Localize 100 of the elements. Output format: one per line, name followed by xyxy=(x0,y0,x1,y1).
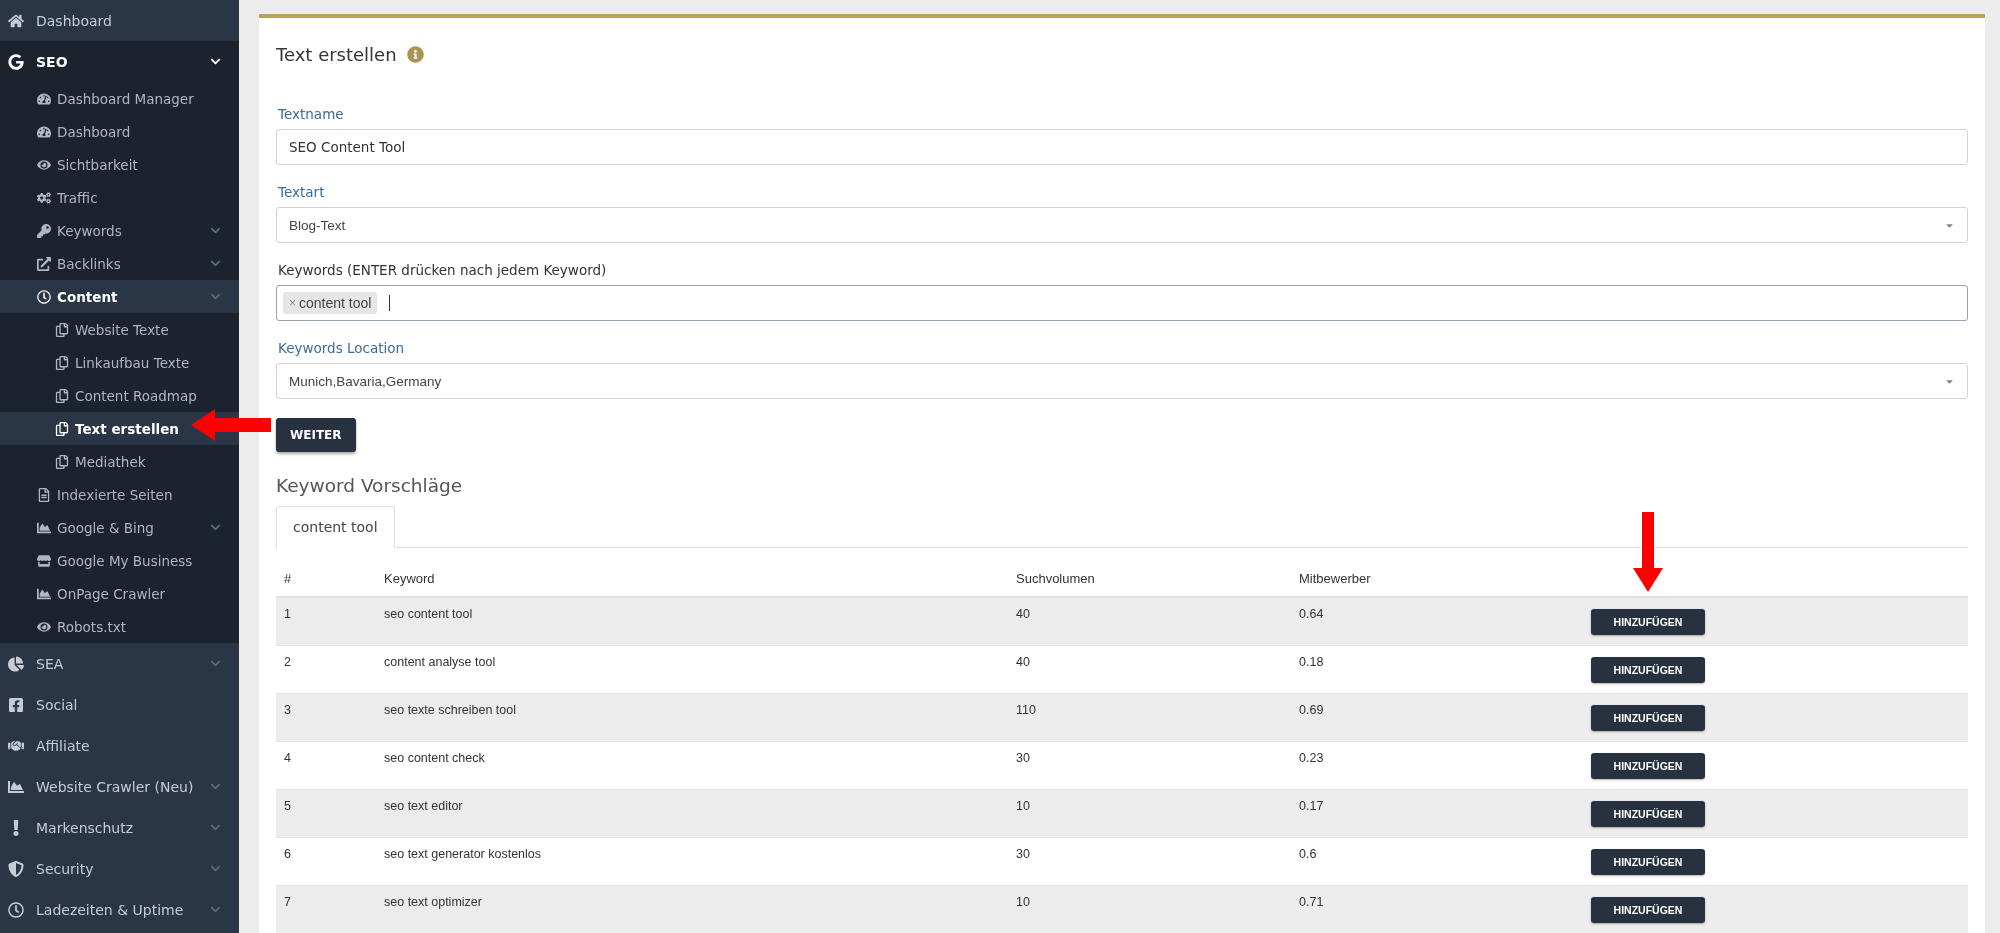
gauge-icon xyxy=(37,124,51,139)
add-button[interactable]: HINZUFÜGEN xyxy=(1591,608,1705,635)
sidebar-item[interactable]: OnPage Crawler xyxy=(0,577,239,610)
table-cell-text: 2 xyxy=(283,654,292,669)
weiter-button[interactable]: WEITER xyxy=(276,418,356,452)
tab[interactable]: content tool xyxy=(276,506,395,548)
field-label: Textname xyxy=(278,106,345,123)
sidebar-item[interactable]: Traffic xyxy=(0,181,239,214)
column-header: Suchvolumen xyxy=(1015,571,1096,586)
tag-label: content tool xyxy=(299,295,372,311)
pie-chart-icon xyxy=(8,655,24,672)
clock-icon xyxy=(37,289,51,304)
dropdown[interactable]: Munich,Bavaria,Germany xyxy=(276,363,1968,399)
table-cell-text: 40 xyxy=(1015,654,1031,669)
home-icon xyxy=(8,12,24,29)
gauge-icon xyxy=(37,91,51,106)
add-button[interactable]: HINZUFÜGEN xyxy=(1591,752,1705,779)
table-cell-text: 10 xyxy=(1015,894,1031,909)
sidebar-item[interactable]: Google My Business xyxy=(0,544,239,577)
copy-icon xyxy=(55,421,69,436)
sidebar-item[interactable]: Social xyxy=(0,684,239,725)
table-cell-text: 30 xyxy=(1015,846,1031,861)
sidebar-item[interactable]: Dashboard Manager xyxy=(0,82,239,115)
add-button[interactable]: HINZUFÜGEN xyxy=(1591,704,1705,731)
field-label: Keywords Location xyxy=(278,340,406,357)
table-cell-text: 10 xyxy=(1015,798,1031,813)
square-f-icon xyxy=(8,696,24,713)
sidebar-item[interactable]: Markenschutz xyxy=(0,807,239,848)
eye-icon xyxy=(37,157,51,172)
table-cell-text: 0.6 xyxy=(1298,846,1318,861)
table-cell-text: seo text generator kostenlos xyxy=(383,846,543,861)
sidebar-item[interactable]: Website Texte xyxy=(0,313,239,346)
sidebar-item[interactable]: Indexierte Seiten xyxy=(0,478,239,511)
info-icon[interactable] xyxy=(406,45,424,63)
table-cell-text: 0.18 xyxy=(1298,654,1325,669)
table-cell-text: 40 xyxy=(1015,606,1031,621)
table-cell-text: 110 xyxy=(1015,702,1037,717)
copy-icon xyxy=(55,355,69,370)
table-cell-text: 6 xyxy=(283,846,292,861)
sidebar-item[interactable]: Ladezeiten & Uptime xyxy=(0,889,239,930)
table-cell-text: 0.71 xyxy=(1298,894,1325,909)
table-cell-text: seo content tool xyxy=(383,606,474,621)
area-chart-icon xyxy=(8,778,24,795)
table-cell-text: 7 xyxy=(283,894,292,909)
add-button[interactable]: HINZUFÜGEN xyxy=(1591,800,1705,827)
sidebar-item[interactable]: SEO xyxy=(0,41,239,82)
table-cell-text: 30 xyxy=(1015,750,1031,765)
add-button[interactable]: HINZUFÜGEN xyxy=(1591,896,1705,923)
field-label: Textart xyxy=(278,184,326,201)
table-cell-text: 0.17 xyxy=(1298,798,1325,813)
copy-icon xyxy=(55,322,69,337)
table-cell-text: 0.64 xyxy=(1298,606,1325,621)
keyword-input-field[interactable]: × content tool xyxy=(276,285,1968,321)
column-header: Keyword xyxy=(383,571,436,586)
table-cell-text: seo texte schreiben tool xyxy=(383,702,518,717)
sidebar-item[interactable]: Security xyxy=(0,848,239,889)
sidebar-item[interactable]: Content xyxy=(0,280,239,313)
sidebar-item[interactable]: Dashboard xyxy=(0,115,239,148)
shield-icon xyxy=(8,860,24,877)
sidebar-item[interactable]: Linkaufbau Texte xyxy=(0,346,239,379)
table-cell-text: seo text optimizer xyxy=(383,894,483,909)
store-icon xyxy=(37,553,51,568)
eye-icon xyxy=(37,619,51,634)
table-cell-text: seo text editor xyxy=(383,798,464,813)
section-title: Keyword Vorschläge xyxy=(276,475,464,496)
copy-icon xyxy=(55,388,69,403)
sidebar-item[interactable]: Google & Bing xyxy=(0,511,239,544)
gears-icon xyxy=(37,190,51,205)
add-button[interactable]: HINZUFÜGEN xyxy=(1591,656,1705,683)
page-title: Text erstellen xyxy=(276,43,397,65)
table-cell-text: seo content check xyxy=(383,750,486,765)
dropdown[interactable]: Blog-Text xyxy=(276,207,1968,243)
clock-icon xyxy=(8,901,24,918)
sidebar-item[interactable]: Content Roadmap xyxy=(0,379,239,412)
sidebar-item[interactable]: Backlinks xyxy=(0,247,239,280)
table-cell-text: 1 xyxy=(283,606,292,621)
sidebar-item[interactable]: Text erstellen xyxy=(0,412,239,445)
table-cell-text: 4 xyxy=(283,750,292,765)
text-input-field[interactable]: SEO Content Tool xyxy=(276,129,1968,165)
sidebar-item[interactable]: Robots.txt xyxy=(0,610,239,643)
sidebar-item[interactable]: Keywords xyxy=(0,214,239,247)
sidebar-item[interactable]: Mediathek xyxy=(0,445,239,478)
table-cell-text: 0.23 xyxy=(1298,750,1325,765)
area-chart-icon xyxy=(37,520,51,535)
add-button[interactable]: HINZUFÜGEN xyxy=(1591,848,1705,875)
document-icon xyxy=(37,487,51,502)
sidebar-item[interactable]: Sichtbarkeit xyxy=(0,148,239,181)
sidebar-item[interactable]: Affiliate xyxy=(0,725,239,766)
sidebar-item[interactable]: SEA xyxy=(0,643,239,684)
column-header: Mitbewerber xyxy=(1298,571,1372,586)
key-icon xyxy=(37,223,51,238)
sidebar-item[interactable]: Website Crawler (Neu) xyxy=(0,766,239,807)
letter-g-icon xyxy=(8,53,24,70)
table-cell-text: content analyse tool xyxy=(383,654,497,669)
external-link-icon xyxy=(37,256,51,271)
area-chart-icon xyxy=(37,586,51,601)
sidebar-item[interactable]: Dashboard xyxy=(0,0,239,41)
field-label: Keywords (ENTER drücken nach jedem Keyword) xyxy=(278,262,608,279)
table-cell-text: 3 xyxy=(283,702,292,717)
table-cell-text: 5 xyxy=(283,798,292,813)
